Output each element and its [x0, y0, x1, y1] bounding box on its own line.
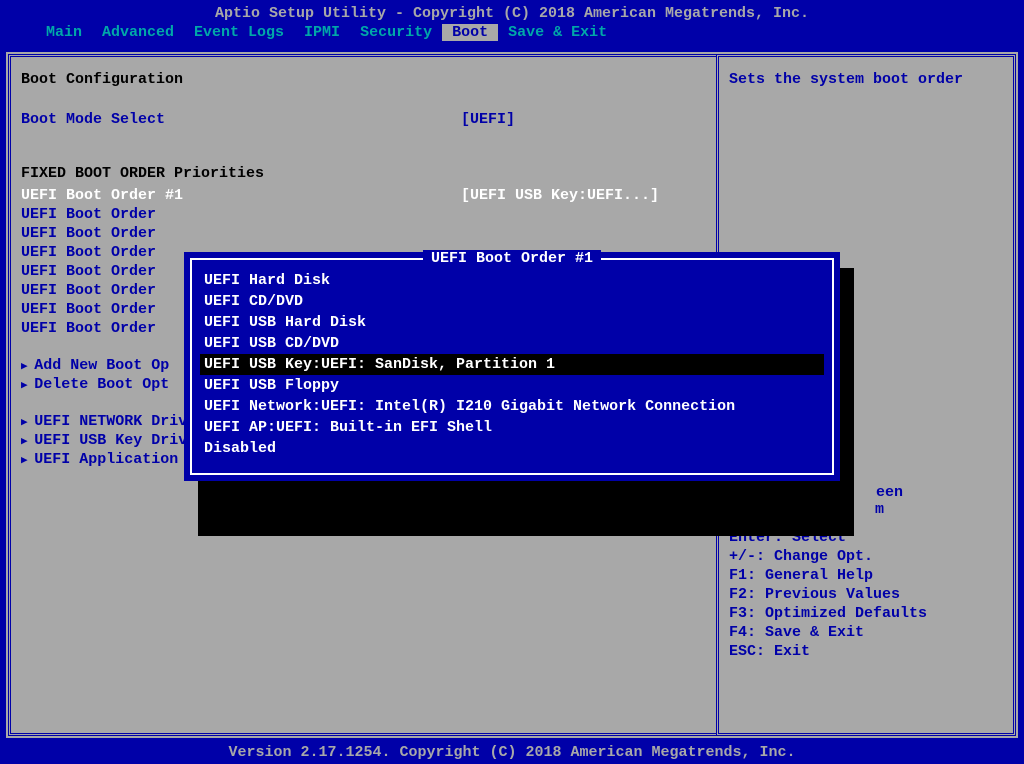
menu-event-logs[interactable]: Event Logs [184, 24, 294, 41]
boot-order-2[interactable]: UEFI Boot Order [21, 205, 706, 224]
popup-item-usb-key[interactable]: UEFI USB Key:UEFI: SanDisk, Partition 1 [200, 354, 824, 375]
menu-security[interactable]: Security [350, 24, 442, 41]
key-f2: F2: Previous Values [729, 585, 1003, 604]
boot-order-3[interactable]: UEFI Boot Order [21, 224, 706, 243]
menu-save-exit[interactable]: Save & Exit [498, 24, 617, 41]
menu-main[interactable]: Main [36, 24, 92, 41]
key-esc: ESC: Exit [729, 642, 1003, 661]
popup-item-disabled[interactable]: Disabled [200, 438, 824, 459]
popup-item-hard-disk[interactable]: UEFI Hard Disk [200, 270, 824, 291]
popup-item-usb-hard-disk[interactable]: UEFI USB Hard Disk [200, 312, 824, 333]
popup-inner: UEFI Boot Order #1 UEFI Hard Disk UEFI C… [190, 258, 834, 475]
key-change: +/-: Change Opt. [729, 547, 1003, 566]
popup-item-network[interactable]: UEFI Network:UEFI: Intel(R) I210 Gigabit… [200, 396, 824, 417]
menu-bar: Main Advanced Event Logs IPMI Security B… [0, 24, 1024, 41]
popup-item-usb-floppy[interactable]: UEFI USB Floppy [200, 375, 824, 396]
boot-order-label: UEFI Boot Order [21, 206, 461, 223]
key-f4: F4: Save & Exit [729, 623, 1003, 642]
boot-order-1[interactable]: UEFI Boot Order #1 [UEFI USB Key:UEFI...… [21, 186, 706, 205]
boot-mode-value: [UEFI] [461, 111, 515, 128]
boot-order-label: UEFI Boot Order [21, 225, 461, 242]
menu-boot[interactable]: Boot [442, 24, 498, 41]
app-title: Aptio Setup Utility - Copyright (C) 2018… [0, 3, 1024, 24]
popup-title: UEFI Boot Order #1 [423, 250, 601, 267]
boot-config-title: Boot Configuration [21, 71, 706, 88]
boot-mode-row[interactable]: Boot Mode Select [UEFI] [21, 110, 706, 129]
popup-item-usb-cd-dvd[interactable]: UEFI USB CD/DVD [200, 333, 824, 354]
header-bar: Aptio Setup Utility - Copyright (C) 2018… [0, 0, 1024, 52]
key-f1: F1: General Help [729, 566, 1003, 585]
menu-advanced[interactable]: Advanced [92, 24, 184, 41]
version-text: Version 2.17.1254. Copyright (C) 2018 Am… [228, 744, 795, 761]
popup-item-ap[interactable]: UEFI AP:UEFI: Built-in EFI Shell [200, 417, 824, 438]
menu-ipmi[interactable]: IPMI [294, 24, 350, 41]
boot-order-popup: UEFI Boot Order #1 UEFI Hard Disk UEFI C… [184, 252, 840, 481]
footer-bar: Version 2.17.1254. Copyright (C) 2018 Am… [0, 741, 1024, 764]
key-f3: F3: Optimized Defaults [729, 604, 1003, 623]
fixed-boot-title: FIXED BOOT ORDER Priorities [21, 165, 706, 182]
popup-item-cd-dvd[interactable]: UEFI CD/DVD [200, 291, 824, 312]
help-text: Sets the system boot order [729, 71, 1003, 88]
boot-order-value: [UEFI USB Key:UEFI...] [461, 187, 659, 204]
boot-order-label: UEFI Boot Order #1 [21, 187, 461, 204]
help-keys: Enter: Select +/-: Change Opt. F1: Gener… [729, 528, 1003, 661]
boot-mode-label: Boot Mode Select [21, 111, 461, 128]
